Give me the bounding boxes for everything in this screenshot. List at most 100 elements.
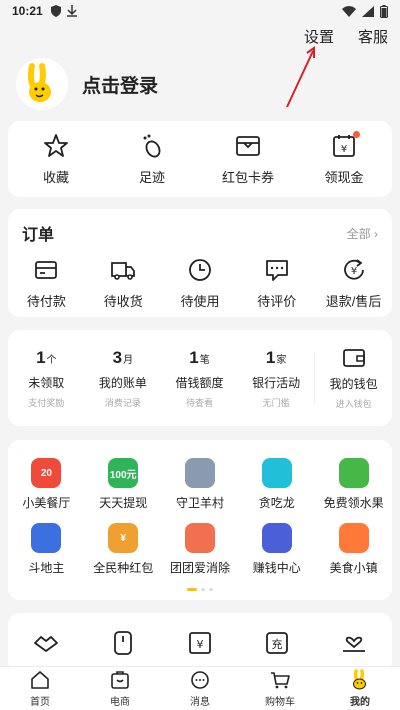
footprint-button[interactable]: 足迹: [112, 133, 192, 186]
wallet-item-loan[interactable]: 1笔 借钱额度 待查看: [161, 348, 238, 409]
quick-label: 收藏: [42, 169, 69, 185]
mouse-icon[interactable]: [109, 629, 137, 657]
orders-title: 订单: [22, 227, 55, 244]
quick-label: 领现金: [324, 169, 364, 185]
login-link[interactable]: 点击登录: [82, 71, 158, 98]
svg-text:¥: ¥: [350, 266, 356, 277]
wallet-unit: 月: [123, 354, 134, 366]
wallet-num: 1: [265, 347, 276, 367]
receipt-icon[interactable]: ¥: [186, 629, 214, 657]
wallet-unit: 个: [46, 354, 57, 366]
download-icon: [66, 5, 77, 17]
tab-label: 消息: [190, 697, 210, 708]
svg-text:¥: ¥: [196, 638, 203, 651]
tab-label: 电商: [110, 697, 130, 708]
service-label: 团团爱消除: [169, 561, 230, 575]
page-dot: [187, 588, 197, 591]
wallet-sub: 消费记录: [104, 397, 141, 408]
comment-icon: [265, 260, 288, 281]
favorites-button[interactable]: 收藏: [16, 133, 96, 186]
settings-button[interactable]: 设置: [304, 26, 334, 47]
truck-icon: [111, 262, 136, 280]
message-icon: [191, 671, 209, 689]
service-item[interactable]: 赚钱中心: [238, 523, 315, 576]
page-indicator: [8, 588, 392, 591]
service-label: 守卫羊村: [175, 496, 224, 510]
quick-label: 红包卡券: [221, 169, 274, 185]
order-label: 待付款: [26, 294, 66, 309]
service-label: 天天提现: [99, 496, 148, 510]
wallet-item-bank[interactable]: 1家 银行活动 无门槛: [238, 348, 315, 409]
star-icon: [44, 133, 68, 157]
quick-access-card: 收藏 足迹 红包卡券 ¥ 领现金: [8, 121, 392, 197]
card-icon: [35, 261, 58, 279]
service-app-icon: [338, 523, 369, 553]
wallet-label: 银行活动: [252, 375, 301, 390]
service-app-icon: 20: [31, 458, 62, 488]
cart-icon: [271, 672, 290, 689]
order-pending-delivery[interactable]: 待收货: [85, 257, 162, 310]
coupon-button[interactable]: 红包卡券: [208, 133, 288, 186]
service-item[interactable]: 守卫羊村: [162, 458, 239, 511]
more-services-card: ¥ 充: [8, 613, 392, 673]
tab-messages[interactable]: 消息: [170, 669, 230, 708]
services-card: 20 小美餐厅 100元 天天提现 守卫羊村 贪吃龙 免费领水果斗地主 ¥ 全民种红包 团团爱消除…: [8, 440, 392, 600]
order-refund[interactable]: ¥ 退款/售后: [315, 257, 392, 310]
tab-home[interactable]: 首页: [10, 669, 70, 708]
battery-icon: [380, 4, 388, 18]
service-item[interactable]: 团团爱消除: [162, 523, 239, 576]
handshake-icon[interactable]: [32, 629, 60, 657]
annotation-arrow: [286, 46, 315, 108]
service-app-icon: [184, 458, 215, 488]
heart-hand-icon[interactable]: [340, 629, 368, 657]
service-app-icon: [31, 523, 62, 553]
service-label: 小美餐厅: [22, 496, 71, 510]
avatar[interactable]: [16, 58, 68, 110]
service-item[interactable]: 贪吃龙: [238, 458, 315, 511]
service-item[interactable]: 100元 天天提现: [85, 458, 162, 511]
wallet-item-bill[interactable]: 3月 我的账单 消费记录: [85, 348, 162, 409]
cash-button[interactable]: ¥ 领现金: [304, 130, 384, 186]
profile-header[interactable]: 点击登录: [16, 58, 158, 110]
service-app-icon: [338, 458, 369, 488]
service-label: 全民种红包: [93, 561, 154, 575]
service-item[interactable]: 20 小美餐厅: [8, 458, 85, 511]
status-bar: 10:21: [0, 0, 400, 22]
svg-text:充: 充: [271, 637, 282, 651]
footprint-icon: [143, 134, 161, 157]
tab-cart[interactable]: 购物车: [250, 669, 310, 708]
wallet-num: 1: [36, 347, 46, 367]
wallet-sub: 支付奖励: [28, 397, 65, 408]
service-label: 免费领水果: [323, 496, 384, 510]
wallet-sub: 待查看: [185, 397, 213, 408]
mascot-avatar-icon: [27, 63, 51, 102]
home-icon: [31, 671, 49, 689]
order-pending-use[interactable]: 待使用: [162, 257, 239, 310]
order-pending-payment[interactable]: 待付款: [8, 257, 85, 310]
wallet-label: 我的账单: [98, 375, 147, 390]
wallet-unit: 家: [276, 354, 287, 366]
quick-label: 足迹: [138, 169, 165, 185]
service-item[interactable]: ¥ 全民种红包: [85, 523, 162, 576]
order-pending-review[interactable]: 待评价: [238, 257, 315, 310]
all-orders-link[interactable]: 全部 ›: [347, 225, 378, 242]
service-item[interactable]: 斗地主: [8, 523, 85, 576]
my-wallet-button[interactable]: 我的钱包 进入钱包: [315, 347, 392, 410]
service-item[interactable]: 免费领水果: [315, 458, 392, 511]
top-actions: 设置 客服: [304, 26, 388, 47]
wallet-label: 借钱额度: [175, 375, 224, 390]
refund-icon: ¥: [343, 259, 364, 280]
tab-label: 我的: [350, 697, 370, 708]
service-app-icon: [261, 523, 292, 553]
wallet-sub: 无门槛: [262, 397, 290, 408]
notification-dot: [353, 130, 360, 138]
page-dot: [209, 588, 213, 591]
shop-icon: [111, 671, 129, 689]
service-item[interactable]: 美食小镇: [315, 523, 392, 576]
customer-service-button[interactable]: 客服: [358, 26, 388, 47]
status-time: 10:21: [12, 4, 43, 18]
recharge-icon[interactable]: 充: [263, 629, 291, 657]
tab-shop[interactable]: 电商: [90, 669, 150, 708]
wallet-item-unclaimed[interactable]: 1个 未领取 支付奖励: [8, 348, 85, 409]
tab-mine[interactable]: 我的: [330, 669, 390, 708]
